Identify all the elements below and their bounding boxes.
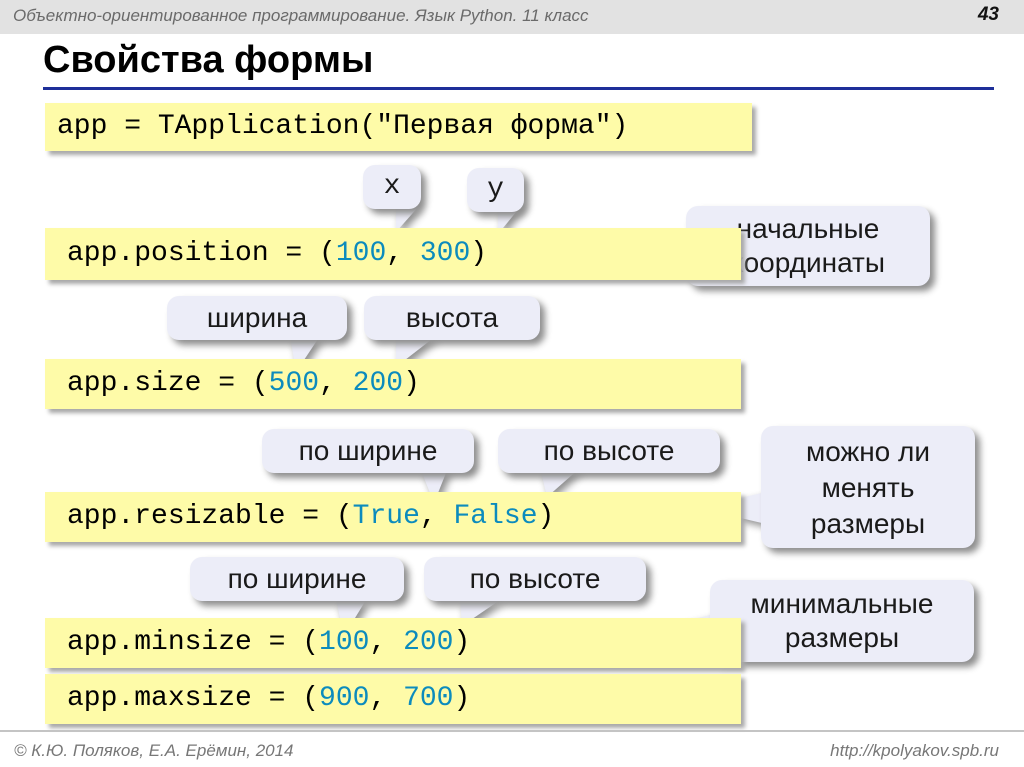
callout-by-width: по ширине: [262, 429, 474, 473]
code-number: 900: [319, 683, 370, 714]
callout-line: размеры: [784, 622, 900, 653]
code-text: ,: [419, 501, 454, 532]
code-line-size: app.size = (500, 200): [45, 359, 741, 409]
callout-x: x: [363, 165, 421, 209]
course-title: Объектно-ориентированное программировани…: [13, 6, 589, 25]
callout-line: минимальные: [750, 588, 934, 619]
code-text: ): [453, 683, 471, 714]
code-text: ): [611, 111, 629, 142]
code-text: ,: [369, 627, 404, 658]
footer-divider: [0, 730, 1024, 732]
code-number: 100: [335, 238, 387, 269]
callout-by-height-label: по высоте: [469, 563, 601, 594]
callout-line: менять: [821, 472, 915, 503]
code-line-position: app.position = (100, 300): [45, 228, 741, 280]
callout-y-label: y: [487, 174, 504, 205]
page-title: Свойства формы: [43, 39, 374, 81]
code-line-resizable: app.resizable = (True, False): [45, 492, 741, 542]
callout-height-label: высота: [405, 302, 499, 333]
code-text: ): [470, 238, 488, 269]
code-number: 200: [403, 627, 454, 658]
code-string: "Первая форма": [376, 111, 612, 142]
code-text: app = TApplication(: [57, 111, 377, 142]
code-text: ,: [319, 368, 353, 399]
code-text: app.resizable = (: [67, 501, 353, 532]
code-text: ): [537, 501, 555, 532]
code-value: False: [453, 501, 538, 532]
code-number: 300: [419, 238, 471, 269]
code-text: ,: [369, 683, 404, 714]
callout-line: размеры: [810, 508, 926, 539]
code-text: app.minsize = (: [67, 627, 320, 658]
code-number: 200: [352, 368, 404, 399]
callout-by-height: по высоте: [498, 429, 720, 473]
callout-height: высота: [364, 296, 540, 340]
callout-width-label: ширина: [206, 302, 308, 333]
title-divider: [43, 87, 994, 90]
code-text: ): [403, 368, 420, 399]
callout-min-sizes: минимальные размеры: [710, 580, 974, 662]
code-number: 500: [268, 368, 320, 399]
code-value: True: [352, 501, 420, 532]
callout-x-label: x: [383, 171, 401, 202]
callout-min-by-height: по высоте: [424, 557, 646, 601]
code-line-maxsize: app.maxsize = (900, 700): [45, 674, 741, 724]
footer-url: http://kpolyakov.spb.ru: [830, 741, 999, 760]
slide-header: Объектно-ориентированное программировани…: [0, 0, 1024, 34]
footer-authors: © К.Ю. Поляков, Е.А. Ерёмин, 2014: [14, 741, 294, 760]
code-line-minsize: app.minsize = (100, 200): [45, 618, 741, 668]
callout-by-height-label: по высоте: [543, 435, 675, 466]
code-text: app.size = (: [67, 368, 269, 399]
callout-can-resize: можно ли менять размеры: [761, 426, 975, 548]
code-text: app.position = (: [67, 238, 336, 269]
code-number: 700: [403, 683, 454, 714]
callout-min-by-width: по ширине: [190, 557, 404, 601]
code-number: 100: [319, 627, 370, 658]
code-text: ,: [386, 238, 420, 269]
code-text: ): [453, 627, 471, 658]
callout-by-width-label: по ширине: [227, 563, 367, 594]
callout-y: y: [467, 168, 524, 212]
slide-number: 43: [977, 4, 999, 25]
callout-by-width-label: по ширине: [298, 435, 438, 466]
code-line-application: app = TApplication("Первая форма"): [45, 103, 752, 151]
callout-line: можно ли: [805, 436, 931, 467]
callout-width: ширина: [167, 296, 347, 340]
code-text: app.maxsize = (: [67, 683, 320, 714]
